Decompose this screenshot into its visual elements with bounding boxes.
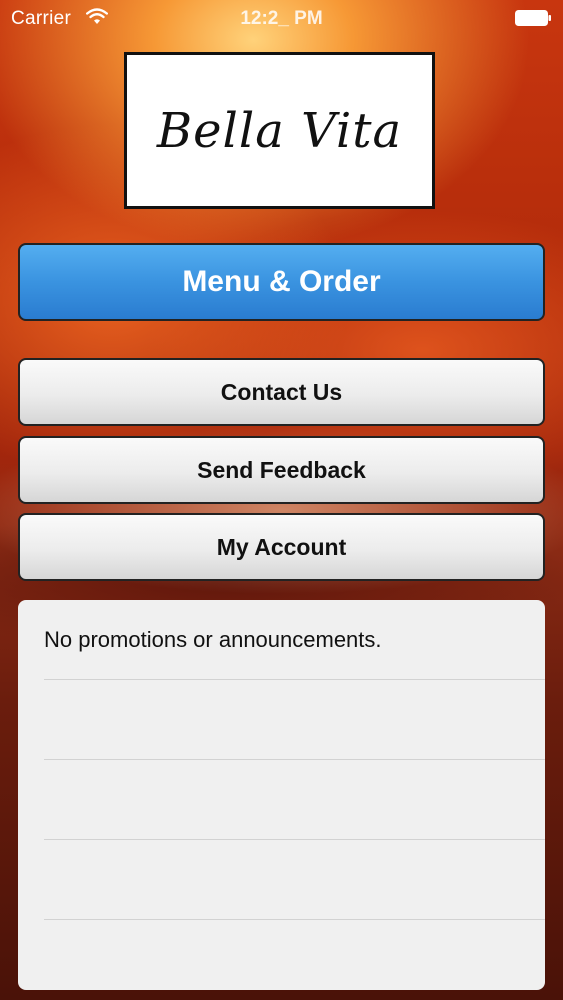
promotion-item — [44, 920, 545, 990]
app-screen: Carrier 12:2_ PM Bella Vita Menu & Order… — [0, 0, 563, 1000]
send-feedback-button[interactable]: Send Feedback — [18, 436, 545, 504]
logo-text: Bella Vita — [156, 102, 403, 159]
my-account-button[interactable]: My Account — [18, 513, 545, 581]
contact-us-button[interactable]: Contact Us — [18, 358, 545, 426]
restaurant-logo: Bella Vita — [124, 52, 435, 209]
promotion-item: No promotions or announcements. — [44, 600, 545, 680]
promotions-list[interactable]: No promotions or announcements. — [18, 600, 545, 990]
promotion-item — [44, 840, 545, 920]
status-time: 12:2_ PM — [240, 8, 323, 29]
battery-icon — [515, 10, 551, 26]
promotion-item — [44, 680, 545, 760]
promotion-item — [44, 760, 545, 840]
status-bar: Carrier 12:2_ PM — [0, 0, 563, 40]
menu-order-button[interactable]: Menu & Order — [18, 243, 545, 321]
